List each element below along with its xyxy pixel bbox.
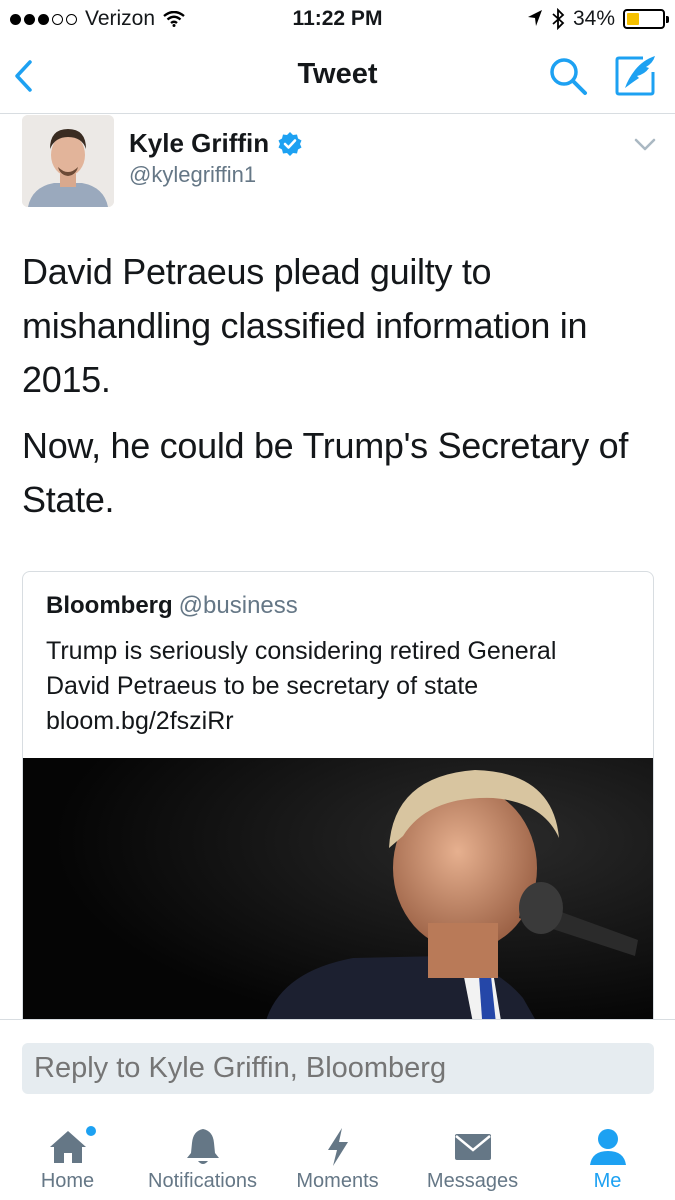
tab-home[interactable]: Home (0, 1111, 135, 1200)
tab-bar: Home Notifications Moments Messages Me (0, 1111, 675, 1200)
tab-label: Me (593, 1170, 622, 1192)
compose-tweet-icon[interactable] (613, 54, 657, 96)
quoted-author-handle: @business (178, 592, 298, 619)
envelope-icon (454, 1134, 491, 1160)
author-name[interactable]: Kyle Griffin (129, 128, 303, 159)
tweet-text: David Petraeus plead guilty to mishandli… (22, 245, 657, 539)
tweet-paragraph: Now, he could be Trump's Secretary of St… (22, 425, 629, 520)
status-bar: Verizon 11:22 PM 34% (0, 0, 675, 38)
tab-label: Notifications (148, 1170, 257, 1192)
search-icon[interactable] (548, 56, 588, 96)
lightning-icon (327, 1128, 348, 1166)
tab-notifications[interactable]: Notifications (135, 1111, 270, 1200)
quoted-tweet-photo[interactable] (23, 758, 654, 1031)
reply-input[interactable] (22, 1043, 654, 1094)
avatar[interactable] (22, 115, 114, 207)
bell-icon (186, 1129, 219, 1164)
tab-label: Messages (426, 1170, 519, 1192)
quoted-tweet-header: Bloomberg @business (46, 592, 298, 620)
bluetooth-icon (552, 8, 565, 30)
reply-bar (0, 1019, 675, 1111)
verified-badge-icon (278, 131, 302, 156)
tab-label: Home (40, 1170, 95, 1192)
quoted-tweet[interactable]: Bloomberg @business Trump is seriously co… (22, 571, 654, 1031)
quoted-author-name: Bloomberg (46, 592, 173, 619)
quoted-tweet-text: Trump is seriously considering retired G… (46, 637, 557, 735)
tab-moments[interactable]: Moments (270, 1111, 405, 1200)
home-icon (49, 1131, 86, 1163)
tab-label: Moments (296, 1170, 379, 1192)
battery-level (627, 13, 639, 25)
author-name-text: Kyle Griffin (129, 128, 270, 158)
nav-bar: Tweet (0, 38, 675, 114)
location-arrow-icon (527, 10, 542, 26)
status-right: 34% (527, 7, 669, 31)
avatar-photo (22, 115, 114, 207)
tweet-paragraph: David Petraeus plead guilty to mishandli… (22, 251, 588, 400)
battery-percent: 34% (572, 7, 615, 30)
tab-messages[interactable]: Messages (405, 1111, 540, 1200)
battery-icon (623, 9, 669, 29)
author-handle[interactable]: @kylegriffin1 (129, 162, 256, 188)
unread-dot (86, 1126, 96, 1136)
chevron-down-icon[interactable] (634, 138, 656, 152)
person-icon (589, 1129, 626, 1165)
tab-me[interactable]: Me (540, 1111, 675, 1200)
